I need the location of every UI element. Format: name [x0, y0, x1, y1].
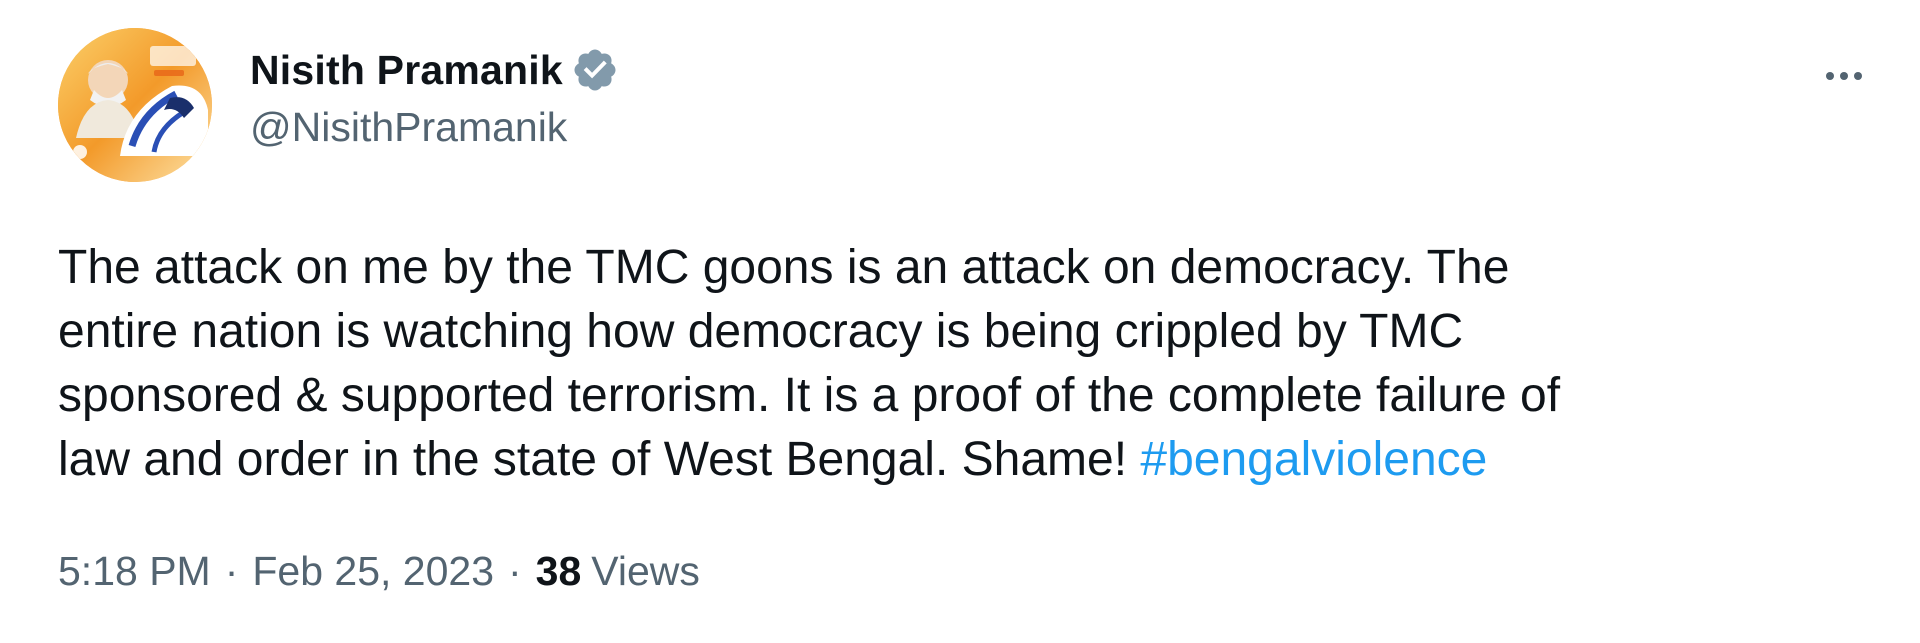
tweet-text-line-3: sponsored & supported terrorism. It is a… — [58, 369, 1561, 422]
views-label: Views — [591, 548, 700, 594]
hashtag-link[interactable]: #bengalviolence — [1140, 433, 1487, 486]
author-names: Nisith Pramanik @NisithPramanik — [250, 42, 619, 151]
more-dot — [1840, 72, 1848, 80]
author-handle[interactable]: @NisithPramanik — [250, 104, 619, 151]
tweet-text: The attack on me by the TMC goons is an … — [58, 236, 1858, 492]
author-avatar[interactable] — [58, 28, 212, 182]
tweet-header: Nisith Pramanik @NisithPramanik — [58, 28, 1880, 188]
author-display-name[interactable]: Nisith Pramanik — [250, 47, 563, 94]
tweet-text-line-4: law and order in the state of West Benga… — [58, 433, 1141, 486]
meta-separator: · — [224, 548, 239, 594]
tweet-date[interactable]: Feb 25, 2023 — [252, 548, 494, 595]
avatar-image — [58, 28, 212, 182]
tweet-text-line-2: entire nation is watching how democracy … — [58, 305, 1464, 358]
more-dot — [1826, 72, 1834, 80]
meta-separator: · — [508, 548, 522, 594]
tweet-meta: 5:18 PM · Feb 25, 2023 · 38 Views — [58, 548, 700, 595]
views-count: 38 — [535, 548, 582, 594]
verified-badge-icon[interactable] — [571, 46, 619, 94]
tweet-time[interactable]: 5:18 PM — [58, 548, 211, 595]
tweet-text-line-1: The attack on me by the TMC goons is an … — [58, 241, 1510, 294]
tweet-card: Nisith Pramanik @NisithPramanik The atta… — [0, 0, 1920, 643]
more-options-icon[interactable] — [1808, 56, 1880, 96]
more-dot — [1854, 72, 1862, 80]
name-row: Nisith Pramanik — [250, 42, 619, 98]
